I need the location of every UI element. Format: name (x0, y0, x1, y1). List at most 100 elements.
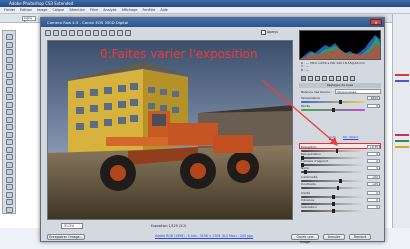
slider-value-field[interactable]: +50 (367, 175, 380, 179)
slider-value-field[interactable]: +25 (367, 182, 380, 186)
white-balance-tool-icon[interactable] (61, 30, 67, 36)
auto-link[interactable]: Auto (329, 135, 336, 139)
toolbox-tool-icon[interactable] (6, 79, 13, 85)
menu-item[interactable]: Analyse (103, 8, 116, 12)
retouch-tool-icon[interactable] (93, 30, 99, 36)
toolbox-tool-icon[interactable] (6, 139, 13, 145)
slider-value-field[interactable]: 0 (367, 198, 380, 202)
dock-swatch[interactable] (395, 140, 409, 142)
toolbox-tool-icon[interactable] (6, 191, 13, 198)
slider-value-field[interactable]: 0 (367, 191, 380, 195)
slider-knob[interactable] (336, 185, 340, 190)
rotate-left-icon[interactable] (117, 30, 123, 36)
open-image-button[interactable]: Ouvrir une image (291, 234, 319, 244)
slider-track[interactable] (301, 162, 365, 167)
options-field[interactable]: Ligne 1 (22, 16, 36, 23)
slider-value-field[interactable]: 6500 (367, 96, 380, 100)
cancel-button[interactable]: Annuler (323, 234, 345, 240)
done-button[interactable]: Terminé (349, 234, 371, 240)
slider-value-field[interactable]: 0 (367, 205, 380, 209)
toolbox-tool-icon[interactable] (6, 184, 13, 190)
color-sampler-icon[interactable] (69, 30, 75, 36)
dock-swatch[interactable] (395, 134, 409, 136)
image-preview[interactable] (47, 40, 293, 220)
dock-swatch[interactable] (395, 80, 409, 82)
slider-track[interactable] (301, 185, 365, 190)
slider-knob[interactable] (339, 178, 342, 183)
toolbox-tool-icon[interactable] (6, 176, 13, 183)
toolbox-tool-icon[interactable] (6, 94, 13, 100)
toolbox-tool-icon[interactable] (6, 146, 13, 153)
save-image-button[interactable]: Enregistrer l'image... (47, 234, 85, 240)
straighten-tool-icon[interactable] (85, 30, 91, 36)
tab-camera-calibration-icon[interactable] (343, 76, 348, 81)
tab-hsl-icon[interactable] (322, 76, 327, 81)
dock-swatch[interactable] (395, 146, 409, 148)
slider-track[interactable] (301, 208, 365, 213)
toolbox-tool-icon[interactable] (6, 116, 13, 123)
tab-lens-icon[interactable] (336, 76, 341, 81)
slider-track[interactable] (301, 107, 365, 112)
toolbox-tool-icon[interactable] (6, 71, 13, 78)
slider-value-field[interactable]: 5 (367, 166, 380, 170)
toolbox-tool-icon[interactable] (6, 199, 13, 205)
menu-item[interactable]: Calque (52, 8, 64, 12)
slider-knob[interactable] (335, 148, 339, 153)
white-balance-select[interactable]: Personnalisée (335, 89, 381, 94)
preferences-icon[interactable] (109, 30, 115, 36)
menu-item[interactable]: Filtre (90, 8, 98, 12)
menu-item[interactable]: Sélection (69, 8, 85, 12)
slider-knob[interactable] (304, 169, 307, 174)
slider-knob[interactable] (332, 201, 335, 206)
toolbox-tool-icon[interactable] (6, 109, 13, 115)
menu-item[interactable]: Fichier (4, 8, 15, 12)
slider-value-field[interactable]: 0 (367, 152, 380, 156)
slider-knob[interactable] (332, 208, 335, 213)
slider-value-field[interactable]: +0,35 (367, 145, 380, 149)
histogram (299, 30, 381, 60)
rotate-right-icon[interactable] (125, 30, 131, 36)
slider-knob[interactable] (332, 107, 335, 112)
zoom-tool-icon[interactable] (45, 30, 51, 36)
toolbox-tool-icon[interactable] (6, 41, 13, 48)
toolbox-tool-icon[interactable] (6, 206, 13, 213)
toolbox-tool-icon[interactable] (6, 86, 13, 93)
dock-swatch[interactable] (395, 74, 409, 76)
hand-tool-icon[interactable] (53, 30, 59, 36)
tab-detail-icon[interactable] (315, 76, 320, 81)
slider-knob[interactable] (339, 99, 342, 104)
section-title: Réglages de base (299, 83, 381, 88)
toolbox-tool-icon[interactable] (6, 169, 13, 175)
slider-label: Vibrance (301, 198, 315, 202)
close-button[interactable]: × (370, 19, 382, 25)
tab-basic-icon[interactable] (301, 76, 306, 81)
toolbox-tool-icon[interactable] (6, 101, 13, 108)
tab-presets-icon[interactable] (350, 76, 355, 81)
preview-checkbox[interactable] (261, 30, 266, 35)
menu-item[interactable]: Edition (20, 8, 32, 12)
workflow-options-link[interactable]: Adobe RGB (1998) ; 8 bits ; 3456 × 2304 … (155, 234, 253, 238)
toolbox-tool-icon[interactable] (6, 131, 13, 138)
toolbox-tool-icon[interactable] (6, 64, 13, 70)
slider-knob[interactable] (332, 194, 335, 199)
slider-value-field[interactable]: 0 (367, 104, 380, 108)
default-link[interactable]: Par défaut (343, 135, 358, 139)
toolbox-tool-icon[interactable] (6, 124, 13, 130)
toolbox-tool-icon[interactable] (6, 56, 13, 63)
toolbox-tool-icon[interactable] (6, 49, 13, 55)
slider-track[interactable] (301, 99, 365, 104)
menu-item[interactable]: Image (37, 8, 48, 12)
menu-item[interactable]: Aide (160, 8, 168, 12)
slider-value-field[interactable]: 0 (367, 159, 380, 163)
zoom-select[interactable]: 31.2% (61, 223, 83, 229)
toolbox-tool-icon[interactable] (6, 161, 13, 168)
red-eye-tool-icon[interactable] (101, 30, 107, 36)
tab-tone-curve-icon[interactable] (308, 76, 313, 81)
toolbox-tool-icon[interactable] (6, 154, 13, 160)
tab-split-toning-icon[interactable] (329, 76, 334, 81)
slider-track[interactable] (301, 169, 365, 174)
crop-tool-icon[interactable] (77, 30, 83, 36)
toolbox-tool-icon[interactable] (6, 34, 13, 40)
menu-item[interactable]: Fenêtre (143, 8, 156, 12)
menu-item[interactable]: Affichage (122, 8, 138, 12)
